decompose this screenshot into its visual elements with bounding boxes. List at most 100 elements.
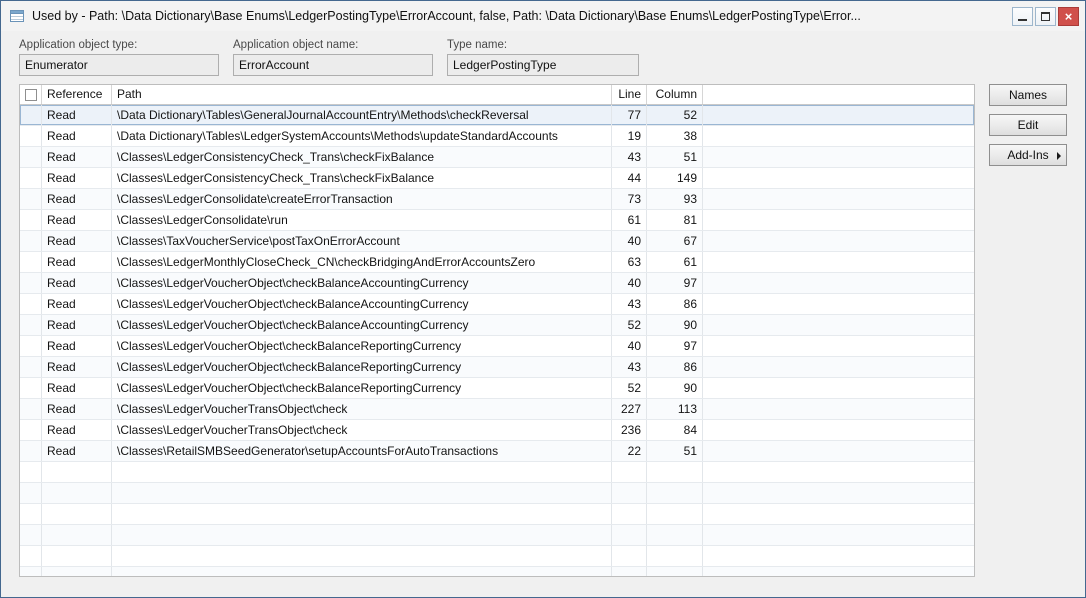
cell-select	[20, 252, 42, 272]
table-row[interactable]: Read\Data Dictionary\Tables\LedgerSystem…	[20, 126, 974, 147]
table-row[interactable]: Read\Classes\LedgerMonthlyCloseCheck_CN\…	[20, 252, 974, 273]
column-header-path[interactable]: Path	[112, 85, 612, 104]
cell-line: 22	[612, 441, 647, 461]
table-row[interactable]: Read\Classes\LedgerConsistencyCheck_Tran…	[20, 147, 974, 168]
table-row[interactable]: Read\Classes\LedgerConsolidate\createErr…	[20, 189, 974, 210]
maximize-button[interactable]	[1035, 7, 1056, 26]
cell-select	[20, 231, 42, 251]
table-row[interactable]: Read\Classes\LedgerVoucherObject\checkBa…	[20, 294, 974, 315]
titlebar[interactable]: Used by - Path: \Data Dictionary\Base En…	[1, 1, 1085, 31]
column-header-reference[interactable]: Reference	[42, 85, 112, 104]
minimize-button[interactable]	[1012, 7, 1033, 26]
cell-select	[20, 441, 42, 461]
cell-column: 86	[647, 294, 703, 314]
cell-select	[20, 462, 42, 482]
edit-button[interactable]: Edit	[989, 114, 1067, 136]
application-object-type-label: Application object type:	[19, 39, 219, 51]
cell-line: 52	[612, 378, 647, 398]
close-button[interactable]: ×	[1058, 7, 1079, 26]
table-row[interactable]: Read\Classes\RetailSMBSeedGenerator\setu…	[20, 441, 974, 462]
cell-column: 67	[647, 231, 703, 251]
cell-reference: Read	[42, 105, 112, 125]
cell-column: 86	[647, 357, 703, 377]
table-row[interactable]: Read\Classes\LedgerConsolidate\run6181	[20, 210, 974, 231]
application-object-name-field[interactable]: ErrorAccount	[233, 54, 433, 76]
cell-select	[20, 546, 42, 566]
addins-button[interactable]: Add-Ins	[989, 144, 1067, 166]
select-all-checkbox[interactable]	[25, 89, 37, 101]
cell-filler	[703, 294, 974, 314]
table-row[interactable]: Read\Classes\LedgerVoucherObject\checkBa…	[20, 273, 974, 294]
cell-line: 63	[612, 252, 647, 272]
cell-filler	[703, 378, 974, 398]
cell-path: \Classes\RetailSMBSeedGenerator\setupAcc…	[112, 441, 612, 461]
cell-path	[112, 483, 612, 503]
table-row[interactable]: Read\Classes\LedgerVoucherObject\checkBa…	[20, 315, 974, 336]
cell-column: 97	[647, 336, 703, 356]
cell-reference	[42, 525, 112, 545]
cell-select	[20, 378, 42, 398]
cell-path: \Classes\LedgerConsolidate\run	[112, 210, 612, 230]
cell-reference: Read	[42, 420, 112, 440]
table-row[interactable]: Read\Classes\LedgerVoucherObject\checkBa…	[20, 336, 974, 357]
table-row[interactable]: Read\Classes\LedgerVoucherTransObject\ch…	[20, 420, 974, 441]
table-row[interactable]: Read\Classes\LedgerConsistencyCheck_Tran…	[20, 168, 974, 189]
names-button[interactable]: Names	[989, 84, 1067, 106]
cell-select	[20, 126, 42, 146]
cell-path: \Classes\LedgerConsistencyCheck_Trans\ch…	[112, 168, 612, 188]
cell-line	[612, 525, 647, 545]
cell-line	[612, 504, 647, 524]
cell-path: \Classes\LedgerMonthlyCloseCheck_CN\chec…	[112, 252, 612, 272]
application-object-type-field[interactable]: Enumerator	[19, 54, 219, 76]
cell-filler	[703, 252, 974, 272]
minimize-icon	[1018, 19, 1027, 21]
used-by-window: Used by - Path: \Data Dictionary\Base En…	[0, 0, 1086, 598]
names-button-label: Names	[1009, 88, 1047, 102]
cell-line: 77	[612, 105, 647, 125]
cell-column	[647, 462, 703, 482]
table-row[interactable]: Read\Data Dictionary\Tables\GeneralJourn…	[20, 105, 974, 126]
cell-select	[20, 525, 42, 545]
cell-reference: Read	[42, 378, 112, 398]
empty-row	[20, 462, 974, 483]
cell-reference: Read	[42, 315, 112, 335]
cell-path: \Classes\LedgerVoucherObject\checkBalanc…	[112, 315, 612, 335]
cell-line: 44	[612, 168, 647, 188]
cell-filler	[703, 336, 974, 356]
fields-row: Application object type: Enumerator Appl…	[19, 39, 1067, 76]
cell-column	[647, 483, 703, 503]
cell-select	[20, 483, 42, 503]
cell-reference: Read	[42, 210, 112, 230]
cell-path: \Classes\LedgerVoucherObject\checkBalanc…	[112, 336, 612, 356]
table-row[interactable]: Read\Classes\TaxVoucherService\postTaxOn…	[20, 231, 974, 252]
action-buttons: Names Edit Add-Ins	[989, 84, 1067, 174]
cell-path	[112, 504, 612, 524]
cell-select	[20, 105, 42, 125]
cell-filler	[703, 105, 974, 125]
cell-reference	[42, 546, 112, 566]
cell-column: 149	[647, 168, 703, 188]
cell-column: 51	[647, 441, 703, 461]
table-row[interactable]: Read\Classes\LedgerVoucherTransObject\ch…	[20, 399, 974, 420]
type-name-label: Type name:	[447, 39, 639, 51]
maximize-icon	[1041, 12, 1050, 21]
cell-select	[20, 504, 42, 524]
cell-filler	[703, 210, 974, 230]
column-header-line[interactable]: Line	[612, 85, 647, 104]
empty-row	[20, 483, 974, 504]
cell-line: 40	[612, 273, 647, 293]
cell-select	[20, 420, 42, 440]
edit-button-label: Edit	[1018, 118, 1039, 132]
cell-path: \Classes\TaxVoucherService\postTaxOnErro…	[112, 231, 612, 251]
column-header-column[interactable]: Column	[647, 85, 703, 104]
cell-column: 38	[647, 126, 703, 146]
cell-reference: Read	[42, 231, 112, 251]
cell-line: 43	[612, 147, 647, 167]
table-row[interactable]: Read\Classes\LedgerVoucherObject\checkBa…	[20, 378, 974, 399]
cell-reference	[42, 483, 112, 503]
grid-header: Reference Path Line Column	[20, 85, 974, 105]
type-name-field[interactable]: LedgerPostingType	[447, 54, 639, 76]
table-row[interactable]: Read\Classes\LedgerVoucherObject\checkBa…	[20, 357, 974, 378]
cell-filler	[703, 504, 974, 524]
client-area: Application object type: Enumerator Appl…	[1, 31, 1085, 577]
